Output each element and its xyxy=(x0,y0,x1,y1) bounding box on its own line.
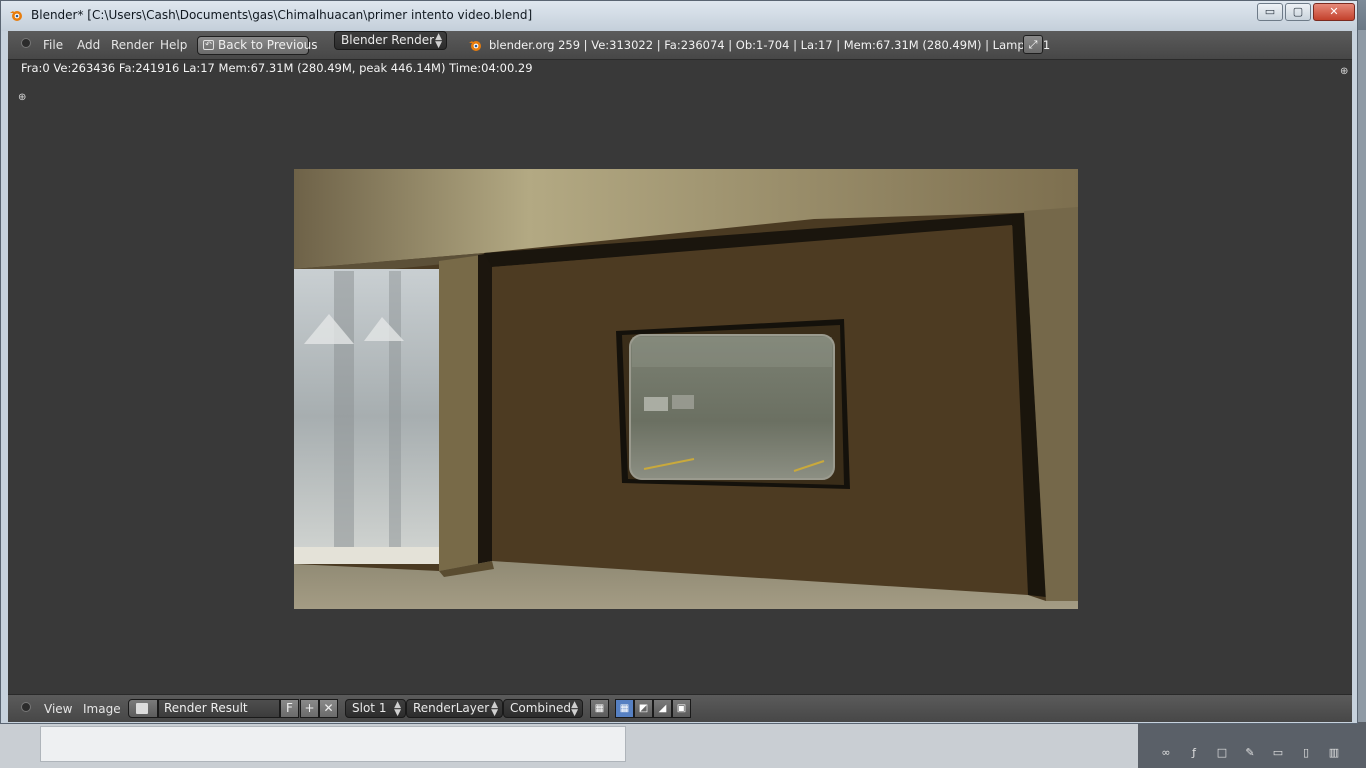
render-engine-value: Blender Render xyxy=(341,33,435,47)
scene-info: blender.org 259 | Ve:313022 | Fa:236074 … xyxy=(489,38,1051,52)
background-window-bottom: ∞ ƒ □ ✎ ▭ ▯ ▥ xyxy=(0,722,1366,768)
properties-plus-icon[interactable]: ⊕ xyxy=(18,93,26,103)
blender-client-area: File Add Render Help ↶ Back to Previous … xyxy=(8,31,1352,722)
menu-file[interactable]: File xyxy=(43,38,63,52)
render-stats: Fra:0 Ve:263436 Fa:241916 La:17 Mem:67.3… xyxy=(21,61,533,75)
image-browse-button[interactable] xyxy=(128,699,158,718)
window-title: Blender* [C:\Users\Cash\Documents\gas\Ch… xyxy=(31,8,533,22)
color-alpha-toggle-icon[interactable]: ▦ xyxy=(615,699,634,718)
slot-select[interactable]: Slot 1 ▲ ▼ xyxy=(345,699,406,718)
blender-window: Blender* [C:\Users\Cash\Documents\gas\Ch… xyxy=(0,0,1358,724)
z-buffer-toggle-icon[interactable]: ▣ xyxy=(672,699,691,718)
new-page-icon: ▯ xyxy=(1302,746,1310,759)
minimize-button[interactable]: ▭ xyxy=(1257,3,1283,21)
unlink-image-button[interactable]: ✕ xyxy=(319,699,338,718)
updown-arrow-icon: ▲ ▼ xyxy=(394,700,401,718)
square-icon: □ xyxy=(1216,746,1228,759)
slot-value: Slot 1 xyxy=(352,701,387,715)
updown-arrow-icon: ▲ ▼ xyxy=(435,32,442,50)
tools-plus-icon[interactable]: ⊕ xyxy=(1340,67,1348,77)
alpha-only-toggle-icon[interactable]: ◢ xyxy=(653,699,672,718)
render-layer-value: RenderLayer xyxy=(413,701,490,715)
trash-icon: ▥ xyxy=(1328,746,1340,759)
menu-help[interactable]: Help xyxy=(160,38,187,52)
image-name-field[interactable]: Render Result xyxy=(158,699,280,718)
editor-type-icon[interactable] xyxy=(21,702,31,712)
new-image-button[interactable]: + xyxy=(300,699,319,718)
background-toolbar: ∞ ƒ □ ✎ ▭ ▯ ▥ xyxy=(1138,722,1366,768)
alpha-checker-icon[interactable]: ▦ xyxy=(590,699,609,718)
render-pass-select[interactable]: Combined ▲ ▼ xyxy=(503,699,583,718)
background-panel xyxy=(40,726,626,762)
blender-logo-icon xyxy=(469,41,481,51)
menu-render[interactable]: Render xyxy=(111,38,154,52)
image-icon xyxy=(136,703,148,714)
menu-view[interactable]: View xyxy=(44,702,72,716)
page-icon: ▭ xyxy=(1272,746,1284,759)
brush-icon: ✎ xyxy=(1245,746,1255,759)
color-only-toggle-icon[interactable]: ◩ xyxy=(634,699,653,718)
link-icon: ∞ xyxy=(1161,746,1171,759)
maximize-button[interactable]: ▢ xyxy=(1285,3,1311,21)
title-bar[interactable]: Blender* [C:\Users\Cash\Documents\gas\Ch… xyxy=(1,1,1357,31)
updown-arrow-icon: ▲ ▼ xyxy=(491,700,498,718)
menu-add[interactable]: Add xyxy=(77,38,100,52)
menu-image[interactable]: Image xyxy=(83,702,121,716)
back-icon: ↶ xyxy=(203,40,214,50)
image-editor-viewport[interactable]: Fra:0 Ve:263436 Fa:241916 La:17 Mem:67.3… xyxy=(8,60,1352,693)
back-to-previous-button[interactable]: ↶ Back to Previous xyxy=(197,36,318,55)
fx-icon: ƒ xyxy=(1192,746,1196,759)
render-result-image xyxy=(294,169,1078,609)
blender-logo-icon xyxy=(10,11,22,21)
fullscreen-toggle-icon[interactable]: ⤢ xyxy=(1023,35,1043,54)
back-to-previous-label: Back to Previous xyxy=(218,38,318,52)
image-editor-header: View Image Render Result F + ✕ Slot 1 ▲ ▼… xyxy=(8,694,1352,722)
render-pass-value: Combined xyxy=(510,701,571,715)
editor-type-icon[interactable] xyxy=(21,38,31,48)
info-header: File Add Render Help ↶ Back to Previous … xyxy=(8,31,1352,60)
render-engine-select[interactable]: Blender Render ▲ ▼ xyxy=(334,31,447,50)
fake-user-button[interactable]: F xyxy=(280,699,299,718)
updown-arrow-icon: ▲ ▼ xyxy=(571,700,578,718)
render-layer-select[interactable]: RenderLayer ▲ ▼ xyxy=(406,699,503,718)
close-button[interactable]: ✕ xyxy=(1313,3,1355,21)
